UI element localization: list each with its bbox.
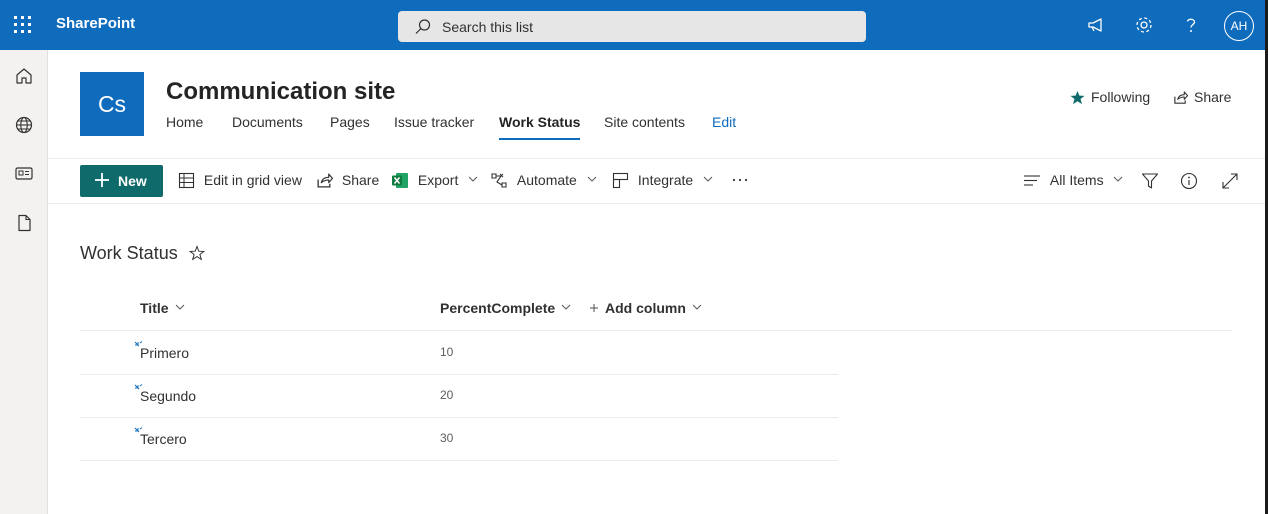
column-header-percent-label: PercentComplete — [440, 300, 556, 316]
search-input[interactable]: Search this list — [398, 11, 866, 42]
info-button[interactable] — [1180, 172, 1198, 190]
column-header-percentcomplete[interactable]: PercentComplete — [440, 300, 571, 316]
header-divider — [48, 158, 1265, 159]
share-command-button[interactable]: Share — [316, 172, 379, 190]
filter-icon — [1141, 173, 1159, 189]
edit-grid-view-label: Edit in grid view — [203, 172, 302, 188]
share-label: Share — [1194, 89, 1232, 105]
star-outline-icon[interactable] — [189, 245, 205, 261]
following-button[interactable]: Following — [1070, 89, 1150, 105]
view-lines-icon — [1024, 175, 1040, 186]
add-column-label: Add column — [605, 300, 686, 316]
integrate-button[interactable]: Integrate — [612, 172, 713, 190]
nav-item-documents[interactable]: Documents — [232, 114, 303, 138]
integrate-label: Integrate — [637, 172, 694, 188]
following-label: Following — [1091, 89, 1151, 105]
excel-icon — [392, 173, 408, 188]
commandbar-divider — [48, 203, 1265, 204]
settings-icon[interactable] — [1133, 14, 1155, 36]
view-selector[interactable]: All Items — [1023, 172, 1123, 190]
site-title[interactable]: Communication site — [166, 78, 395, 106]
chevron-down-icon — [703, 176, 713, 182]
search-icon — [415, 19, 431, 34]
site-logo[interactable]: Cs — [80, 72, 144, 136]
nav-item-site-contents[interactable]: Site contents — [604, 114, 685, 138]
info-icon — [1180, 172, 1198, 190]
table-row[interactable]: Primero 10 — [80, 331, 838, 375]
new-button[interactable]: New — [80, 165, 163, 197]
nav-item-home[interactable]: Home — [166, 114, 203, 138]
document-icon[interactable] — [14, 213, 34, 233]
left-rail — [0, 50, 48, 514]
help-icon[interactable] — [1180, 14, 1202, 36]
table-row[interactable]: Segundo 20 — [80, 374, 838, 418]
add-icon — [590, 304, 598, 312]
row-title[interactable]: Tercero — [140, 431, 187, 447]
chevron-down-icon — [1114, 176, 1123, 182]
row-percent: 20 — [440, 388, 454, 402]
expand-icon — [1222, 173, 1238, 189]
filter-button[interactable] — [1141, 172, 1159, 190]
nav-item-work-status[interactable]: Work Status — [499, 114, 581, 140]
avatar[interactable]: AH — [1224, 11, 1254, 41]
list-title: Work Status — [80, 243, 178, 263]
globe-icon[interactable] — [14, 115, 34, 135]
share-command-label: Share — [341, 172, 380, 188]
suite-bar: SharePoint Search this list AH — [0, 0, 1265, 50]
automate-label: Automate — [516, 172, 577, 188]
new-button-label: New — [118, 173, 147, 189]
site-share-button[interactable]: Share — [1173, 89, 1231, 105]
app-name[interactable]: SharePoint — [56, 15, 135, 32]
search-placeholder: Search this list — [442, 19, 534, 35]
column-header-title-label: Title — [140, 300, 169, 316]
view-selector-label: All Items — [1049, 172, 1104, 188]
add-icon — [95, 173, 109, 187]
chevron-down-icon — [468, 176, 478, 182]
more-icon — [732, 178, 748, 182]
export-label: Export — [417, 172, 459, 188]
integrate-icon — [612, 172, 629, 189]
chevron-down-icon — [587, 176, 597, 182]
column-header-title[interactable]: Title — [140, 300, 185, 316]
automate-icon — [491, 173, 507, 188]
table-row[interactable]: Tercero 30 — [80, 417, 838, 461]
nav-item-issue-tracker[interactable]: Issue tracker — [394, 114, 474, 138]
row-percent: 30 — [440, 431, 454, 445]
share-icon — [317, 173, 334, 188]
export-button[interactable]: Export — [391, 172, 478, 190]
nav-item-pages[interactable]: Pages — [330, 114, 370, 138]
megaphone-icon[interactable] — [1085, 14, 1107, 36]
home-icon[interactable] — [14, 66, 34, 86]
waffle-icon[interactable] — [14, 16, 32, 34]
row-title[interactable]: Primero — [140, 345, 189, 361]
grid-icon — [178, 172, 195, 189]
row-percent: 10 — [440, 345, 454, 359]
edit-grid-view-button[interactable]: Edit in grid view — [178, 172, 302, 190]
nav-edit-link[interactable]: Edit — [712, 114, 736, 138]
more-commands-button[interactable] — [731, 172, 749, 190]
star-filled-icon — [1070, 90, 1085, 105]
chevron-down-icon — [692, 304, 702, 310]
chevron-down-icon — [175, 304, 184, 310]
chevron-down-icon — [561, 304, 571, 310]
expand-button[interactable] — [1221, 172, 1239, 190]
add-column-button[interactable]: Add column — [589, 300, 702, 316]
news-icon[interactable] — [14, 163, 34, 183]
automate-button[interactable]: Automate — [490, 172, 597, 190]
share-icon — [1174, 91, 1189, 104]
row-title[interactable]: Segundo — [140, 388, 196, 404]
